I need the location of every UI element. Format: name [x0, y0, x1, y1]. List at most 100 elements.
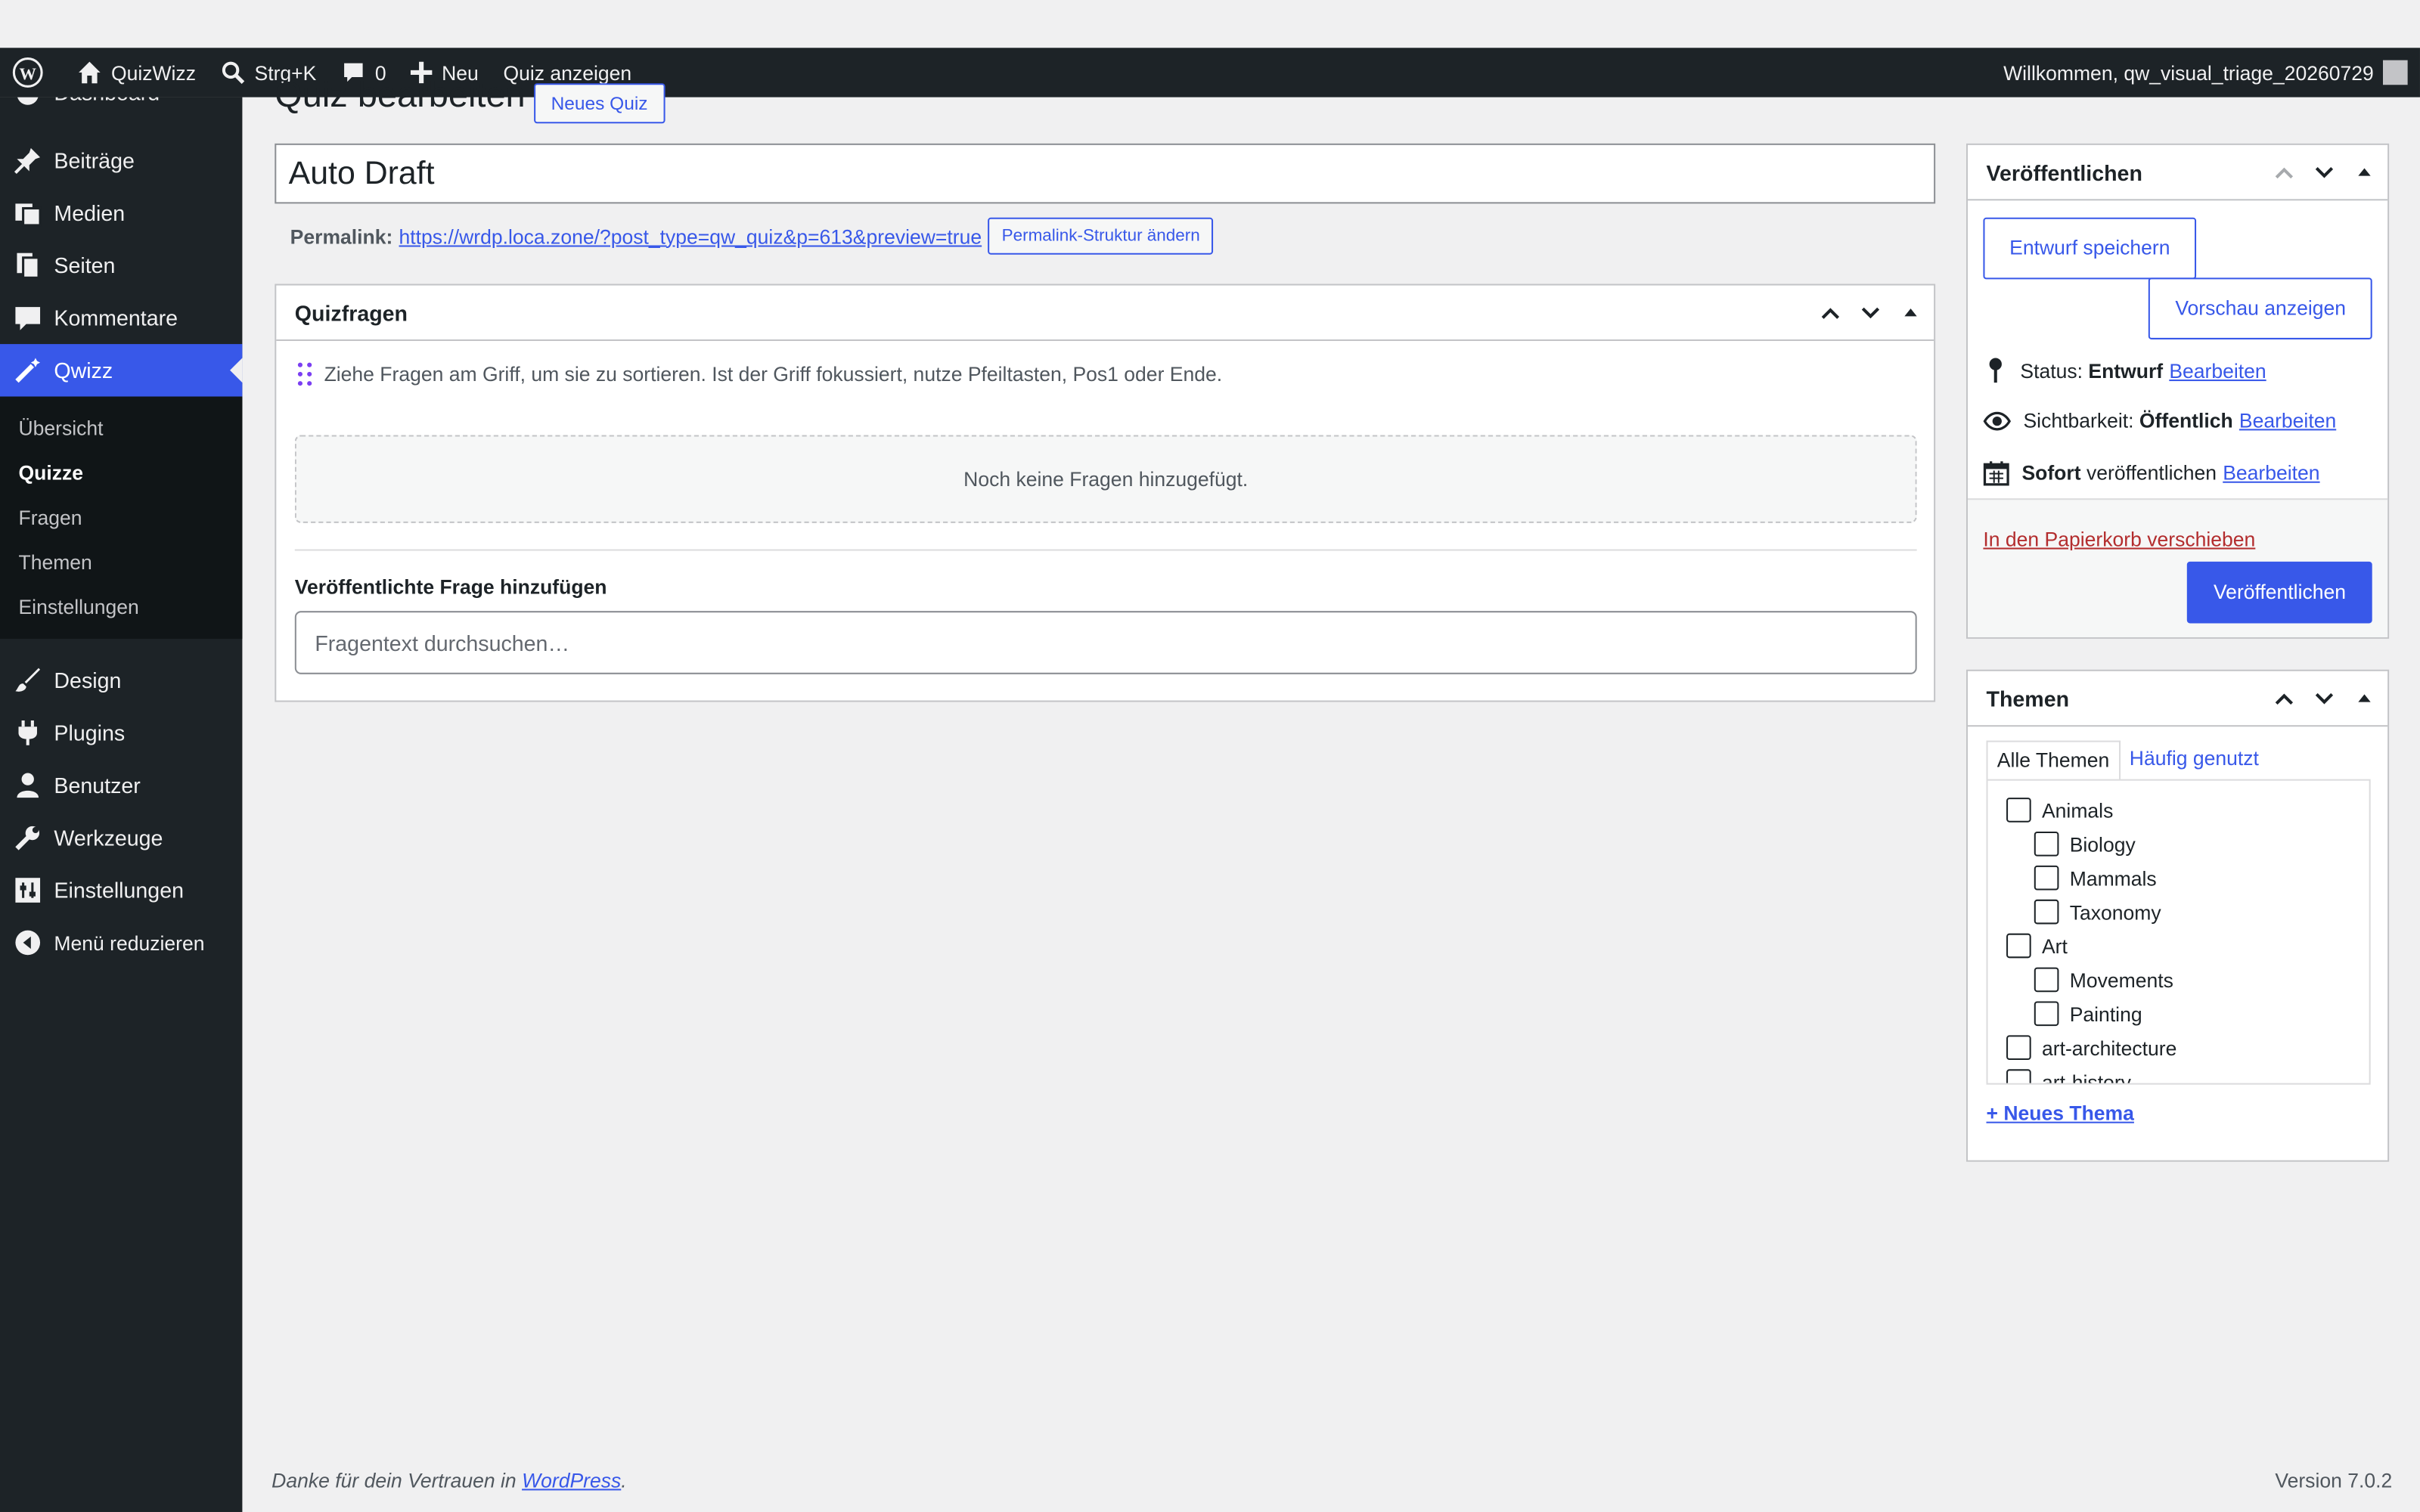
sidebar-item-comments[interactable]: Kommentare — [0, 292, 242, 344]
footer-version: Version 7.0.2 — [2275, 1468, 2393, 1492]
list-item[interactable]: art-architecture — [1988, 1030, 2369, 1064]
edit-visibility-link[interactable]: Bearbeiten — [2239, 409, 2336, 432]
permalink-row: Permalink: https://wrdp.loca.zone/?post_… — [290, 217, 1215, 255]
topics-box-header: Themen — [1968, 671, 2388, 727]
submenu-item-topics[interactable]: Themen — [0, 540, 242, 584]
calendar-icon — [1983, 461, 2009, 486]
list-item[interactable]: Mammals — [1988, 861, 2369, 895]
submenu-item-overview[interactable]: Übersicht — [0, 406, 242, 451]
footer-thanks: Danke für dein Vertrauen in WordPress. — [271, 1468, 627, 1492]
topic-label: Art — [2041, 934, 2068, 958]
eye-icon — [1983, 411, 2012, 430]
chevron-up-icon[interactable] — [2267, 155, 2301, 189]
sidebar-item-users[interactable]: Benutzer — [0, 759, 242, 811]
permalink-label: Permalink: — [290, 224, 393, 248]
user-icon — [12, 770, 43, 801]
topic-label: art-architecture — [2041, 1036, 2177, 1060]
wordpress-link[interactable]: WordPress — [522, 1469, 621, 1492]
topic-label: art-history — [2041, 1070, 2131, 1085]
sidebar-item-plugins[interactable]: Plugins — [0, 707, 242, 759]
sidebar-item-label: Qwizz — [54, 358, 113, 383]
questions-box-title: Quizfragen — [294, 299, 408, 325]
chevron-down-icon[interactable] — [2307, 681, 2341, 715]
list-item[interactable]: Painting — [1988, 996, 2369, 1030]
checkbox[interactable] — [2006, 1069, 2031, 1083]
chevron-up-icon[interactable] — [1813, 296, 1848, 330]
publish-box: Veröffentlichen Entwurf speichern Vorsch… — [1965, 143, 2390, 639]
drag-handle-icon — [297, 362, 312, 386]
list-item[interactable]: Taxonomy — [1988, 895, 2369, 929]
preview-button[interactable]: Vorschau anzeigen — [2149, 277, 2372, 339]
title-input[interactable]: Auto Draft — [275, 143, 1936, 204]
collapse-menu-button[interactable]: Menü reduzieren — [0, 916, 242, 968]
publish-button[interactable]: Veröffentlichen — [2187, 561, 2372, 624]
list-item[interactable]: Biology — [1988, 827, 2369, 861]
trash-link[interactable]: In den Papierkorb verschieben — [1983, 528, 2255, 551]
pages-icon — [12, 250, 43, 281]
sidebar-item-tools[interactable]: Werkzeuge — [0, 811, 242, 863]
pin-icon — [1989, 358, 2002, 383]
submenu-item-settings[interactable]: Einstellungen — [0, 584, 242, 629]
list-item[interactable]: art-history — [1988, 1064, 2369, 1085]
permalink-url[interactable]: https://wrdp.loca.zone/?post_type=qw_qui… — [399, 225, 982, 248]
main-content: Quiz bearbeiten Neues Quiz Auto Draft Pe… — [242, 0, 2420, 1512]
new-quiz-button[interactable]: Neues Quiz — [534, 83, 665, 124]
search-icon — [222, 61, 245, 84]
chevron-down-icon[interactable] — [1854, 296, 1888, 330]
sidebar-item-label: Dashboard — [54, 98, 160, 105]
sidebar-item-design[interactable]: Design — [0, 654, 242, 706]
edit-status-link[interactable]: Bearbeiten — [2169, 358, 2266, 382]
submenu-item-questions[interactable]: Fragen — [0, 495, 242, 540]
question-search-input[interactable] — [294, 611, 1917, 674]
sidebar-item-settings[interactable]: Einstellungen — [0, 864, 242, 916]
save-draft-button[interactable]: Entwurf speichern — [1983, 217, 2197, 280]
sidebar-item-qwizz[interactable]: Qwizz — [0, 344, 243, 397]
permalink-structure-button[interactable]: Permalink-Struktur ändern — [988, 217, 1215, 255]
checkbox[interactable] — [2034, 865, 2059, 891]
wordpress-logo-icon[interactable]: W — [0, 48, 65, 97]
collapse-icon — [12, 928, 43, 959]
empty-questions-placeholder: Noch keine Fragen hinzugefügt. — [294, 435, 1917, 523]
list-item[interactable]: Movements — [1988, 962, 2369, 996]
toggle-triangle-icon[interactable] — [1894, 296, 1928, 330]
media-icon — [12, 197, 43, 228]
sidebar-item-media[interactable]: Medien — [0, 187, 242, 239]
wand-icon — [12, 355, 43, 386]
visibility-row: Sichtbarkeit: Öffentlich Bearbeiten — [1983, 409, 2336, 432]
sidebar-item-label: Einstellungen — [54, 878, 184, 903]
checkbox[interactable] — [2034, 1001, 2059, 1027]
add-new-topic-link[interactable]: + Neues Thema — [1987, 1101, 2134, 1125]
site-name-link[interactable]: QuizWizz — [65, 48, 209, 97]
edit-schedule-link[interactable]: Bearbeiten — [2223, 461, 2319, 485]
list-item[interactable]: Animals — [1988, 793, 2369, 827]
topic-label: Mammals — [2069, 866, 2157, 890]
checkbox[interactable] — [2006, 798, 2031, 823]
admin-sidebar: Dashboard Beiträge Medien Seiten Komment… — [0, 97, 243, 1512]
checkbox[interactable] — [2006, 933, 2031, 959]
checkbox[interactable] — [2006, 1035, 2031, 1061]
wrench-icon — [12, 823, 43, 854]
visibility-value: Öffentlich — [2139, 408, 2233, 432]
toggle-triangle-icon[interactable] — [2347, 681, 2381, 715]
tab-popular-topics[interactable]: Häufig genutzt — [2121, 741, 2269, 781]
topics-checklist: Animals Biology Mammals Taxonomy Art Mov… — [1986, 779, 2371, 1085]
tab-all-topics[interactable]: Alle Themen — [1986, 740, 2121, 781]
submenu-item-quizzes[interactable]: Quizze — [0, 451, 242, 495]
checkbox[interactable] — [2034, 831, 2059, 857]
pin-icon — [12, 145, 43, 176]
sidebar-item-dashboard[interactable]: Dashboard — [0, 97, 242, 119]
divider — [294, 549, 1917, 551]
publish-box-title: Veröffentlichen — [1986, 160, 2142, 184]
brush-icon — [12, 665, 43, 696]
chevron-down-icon[interactable] — [2307, 155, 2341, 189]
toggle-triangle-icon[interactable] — [2347, 155, 2381, 189]
checkbox[interactable] — [2034, 899, 2059, 925]
list-item[interactable]: Art — [1988, 929, 2369, 963]
sidebar-item-posts[interactable]: Beiträge — [0, 135, 242, 187]
chevron-up-icon[interactable] — [2267, 681, 2301, 715]
add-question-label: Veröffentlichte Frage hinzufügen — [294, 575, 607, 599]
sidebar-item-pages[interactable]: Seiten — [0, 239, 242, 291]
topics-tabs: Alle Themen Häufig genutzt — [1986, 740, 2269, 781]
checkbox[interactable] — [2034, 967, 2059, 993]
topic-label: Animals — [2041, 798, 2114, 822]
